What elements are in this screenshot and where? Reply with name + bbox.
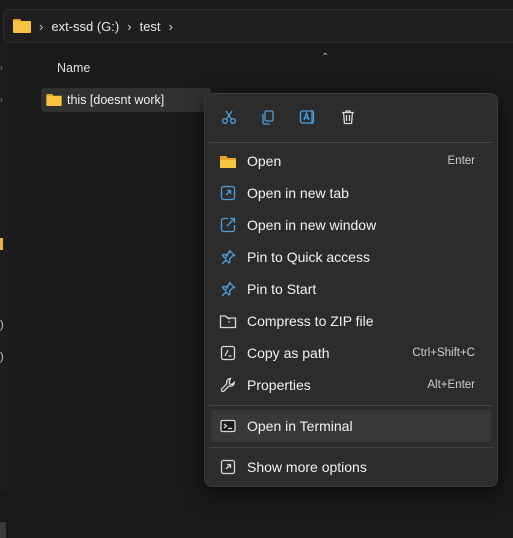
- menu-item-copy-as-path[interactable]: Copy as path Ctrl+Shift+C: [211, 337, 491, 369]
- open-new-window-icon: [219, 216, 237, 234]
- shortcut-label: Ctrl+Shift+C: [412, 347, 475, 359]
- chevron-right-icon[interactable]: ›: [39, 20, 43, 33]
- terminal-icon: [219, 417, 237, 435]
- cut-button[interactable]: [218, 106, 240, 128]
- file-row-selected[interactable]: this [doesnt work]: [41, 88, 211, 112]
- menu-item-label: Properties: [247, 377, 311, 393]
- chevron-right-icon[interactable]: ›: [169, 20, 173, 33]
- file-name: this [doesnt work]: [67, 93, 165, 107]
- menu-item-open-new-window[interactable]: Open in new window: [211, 209, 491, 241]
- rename-icon: [299, 110, 315, 124]
- menu-item-label: Show more options: [247, 459, 367, 475]
- shortcut-label: Alt+Enter: [427, 379, 475, 391]
- menu-item-label: Copy as path: [247, 345, 330, 361]
- menu-item-label: Pin to Quick access: [247, 249, 370, 265]
- folder-icon: [13, 19, 31, 33]
- chevron-right-icon[interactable]: ›: [0, 96, 7, 104]
- menu-item-compress-zip[interactable]: Compress to ZIP file: [211, 305, 491, 337]
- menu-item-label: Compress to ZIP file: [247, 313, 374, 329]
- rename-button[interactable]: [297, 106, 319, 128]
- breadcrumb-folder[interactable]: test: [140, 19, 161, 34]
- menu-item-show-more-options[interactable]: Show more options: [211, 451, 491, 483]
- pin-icon: [219, 280, 237, 298]
- copy-path-icon: [219, 344, 237, 362]
- wrench-icon: [219, 376, 237, 394]
- folder-icon: [0, 238, 3, 250]
- nav-scrollbar[interactable]: [0, 522, 6, 538]
- nav-item[interactable]: ): [0, 319, 4, 331]
- delete-button[interactable]: [337, 106, 359, 128]
- menu-item-label: Open in new tab: [247, 185, 349, 201]
- copy-button[interactable]: [257, 106, 279, 128]
- address-bar[interactable]: › ext-ssd (G:) › test ›: [3, 9, 513, 43]
- copy-icon: [262, 110, 274, 125]
- menu-divider: [209, 447, 493, 448]
- menu-item-open[interactable]: Open Enter: [211, 145, 491, 177]
- column-header-name[interactable]: Name: [57, 61, 90, 75]
- cut-icon: [222, 110, 236, 124]
- navigation-pane[interactable]: › › ) ): [0, 44, 8, 538]
- menu-item-label: Open in Terminal: [247, 418, 353, 434]
- menu-item-properties[interactable]: Properties Alt+Enter: [211, 369, 491, 401]
- shortcut-label: Enter: [447, 155, 476, 167]
- menu-divider: [209, 405, 493, 406]
- chevron-right-icon[interactable]: ›: [127, 20, 131, 33]
- pin-icon: [219, 248, 237, 266]
- folder-open-icon: [219, 152, 237, 170]
- breadcrumb-drive[interactable]: ext-ssd (G:): [51, 19, 119, 34]
- context-menu: Open Enter Open in new tab Open in new w…: [204, 93, 498, 487]
- menu-item-open-terminal[interactable]: Open in Terminal: [211, 410, 491, 442]
- quick-action-bar: [205, 94, 497, 142]
- sort-up-icon: ⌃: [321, 52, 330, 63]
- menu-item-label: Open in new window: [247, 217, 377, 233]
- menu-item-pin-quick-access[interactable]: Pin to Quick access: [211, 241, 491, 273]
- folder-icon: [46, 94, 62, 106]
- menu-item-label: Open: [247, 153, 282, 169]
- chevron-right-icon[interactable]: ›: [0, 64, 7, 72]
- nav-item[interactable]: ): [0, 351, 4, 363]
- menu-divider: [209, 142, 493, 143]
- menu-item-pin-start[interactable]: Pin to Start: [211, 273, 491, 305]
- show-more-icon: [219, 458, 237, 476]
- zip-icon: [219, 312, 237, 330]
- delete-icon: [342, 110, 354, 125]
- menu-item-open-new-tab[interactable]: Open in new tab: [211, 177, 491, 209]
- open-new-tab-icon: [219, 184, 237, 202]
- menu-item-label: Pin to Start: [247, 281, 317, 297]
